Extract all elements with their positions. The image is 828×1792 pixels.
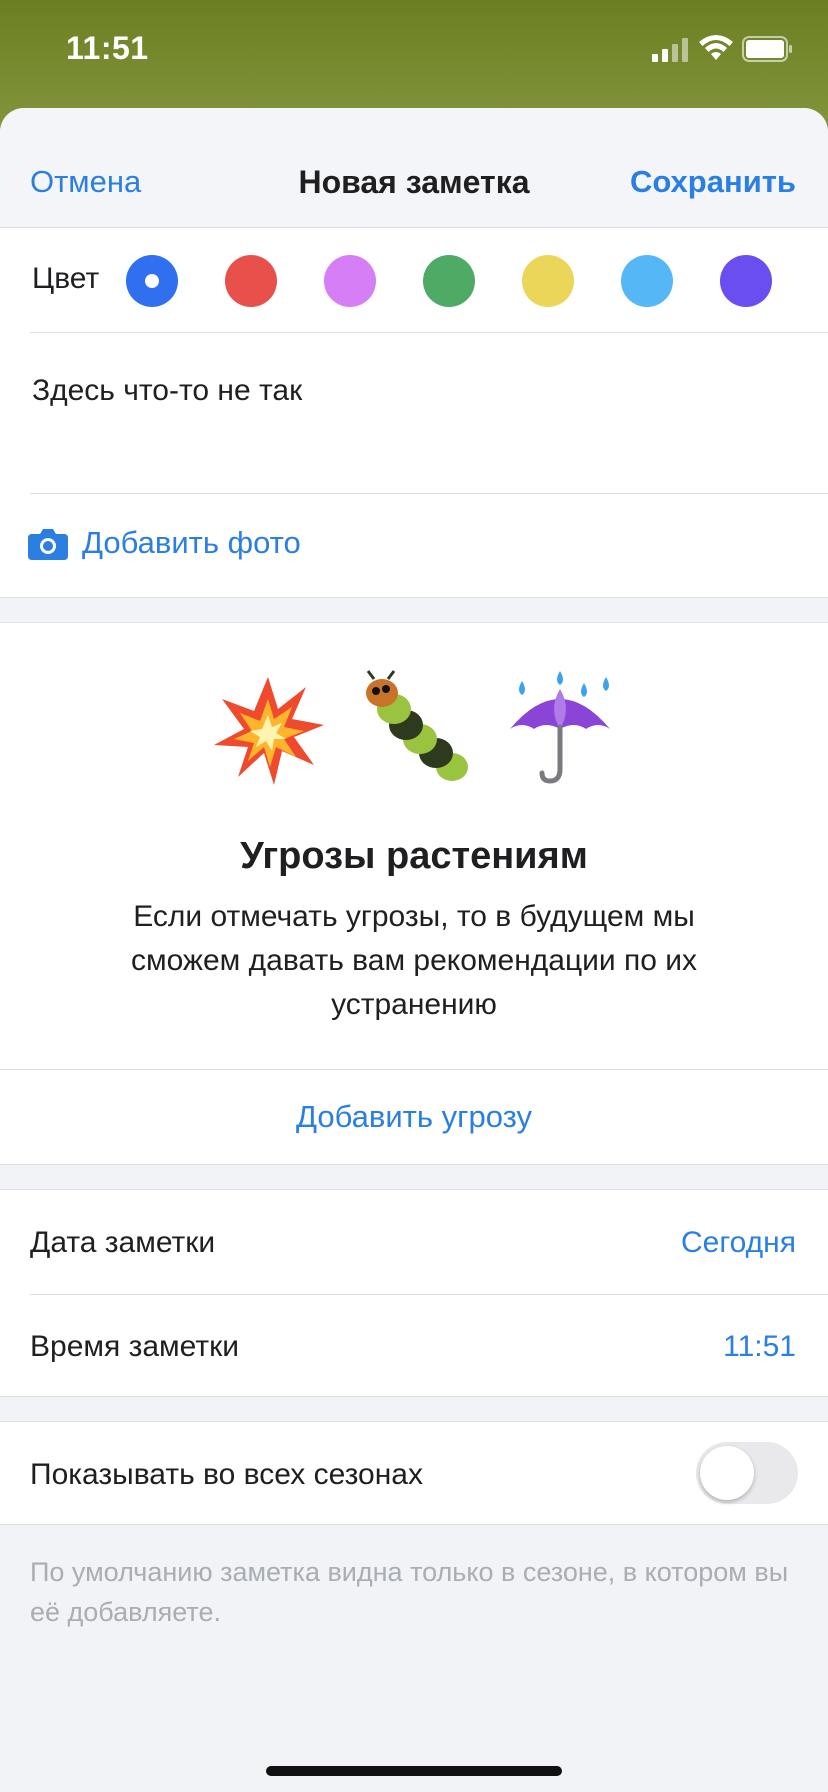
show-all-seasons-toggle[interactable] bbox=[696, 1442, 798, 1504]
add-photo-button[interactable]: Добавить фото bbox=[28, 518, 301, 568]
battery-icon bbox=[742, 36, 792, 62]
color-swatch-purple[interactable] bbox=[720, 255, 772, 307]
status-bar: 11:51 bbox=[0, 0, 828, 100]
toggle-knob bbox=[700, 1446, 754, 1500]
color-swatch-light-blue[interactable] bbox=[621, 255, 673, 307]
cellular-signal-icon bbox=[652, 38, 688, 62]
umbrella-rain-icon bbox=[510, 671, 610, 784]
note-date-label: Дата заметки bbox=[30, 1226, 216, 1259]
plant-threats-card: Угрозы растениям Если отмечать угрозы, т… bbox=[0, 622, 828, 1165]
home-indicator[interactable] bbox=[266, 1766, 562, 1776]
navigation-bar: Отмена Новая заметка Сохранить bbox=[0, 108, 828, 228]
color-label: Цвет bbox=[32, 262, 100, 295]
threats-title: Угрозы растениям bbox=[240, 835, 588, 877]
threats-description: Если отмечать угрозы, то в будущем мы см… bbox=[130, 900, 698, 1021]
show-all-seasons-row: Показывать во всех сезонах bbox=[0, 1422, 828, 1526]
note-time-label: Время заметки bbox=[30, 1330, 239, 1363]
threat-illustrations bbox=[0, 669, 828, 789]
divider bbox=[30, 493, 828, 494]
new-note-sheet: Отмена Новая заметка Сохранить Цвет Здес… bbox=[0, 108, 828, 1792]
note-time-row[interactable]: Время заметки 11:51 bbox=[0, 1294, 828, 1398]
caterpillar-icon bbox=[366, 670, 468, 781]
add-threat-button[interactable]: Добавить угрозу bbox=[0, 1069, 828, 1165]
seasons-footnote: По умолчанию заметка видна только в сезо… bbox=[30, 1557, 789, 1627]
note-details-card: Дата заметки Сегодня Время заметки 11:51 bbox=[0, 1189, 828, 1397]
color-swatch-red[interactable] bbox=[225, 255, 277, 307]
explosion-icon bbox=[214, 677, 324, 785]
save-button[interactable]: Сохранить bbox=[630, 164, 796, 200]
camera-icon bbox=[28, 529, 68, 560]
color-swatch-yellow[interactable] bbox=[522, 255, 574, 307]
note-text-field[interactable]: Здесь что-то не так bbox=[32, 374, 302, 408]
show-all-seasons-label: Показывать во всех сезонах bbox=[30, 1458, 423, 1491]
note-time-value[interactable]: 11:51 bbox=[723, 1330, 796, 1364]
note-date-row[interactable]: Дата заметки Сегодня bbox=[0, 1190, 828, 1294]
divider bbox=[30, 332, 828, 333]
seasons-card: Показывать во всех сезонах bbox=[0, 1421, 828, 1525]
note-card: Цвет Здесь что-то не так Добавить фото bbox=[0, 228, 828, 598]
add-photo-label: Добавить фото bbox=[82, 525, 301, 560]
status-time: 11:51 bbox=[66, 30, 149, 66]
color-swatch-green[interactable] bbox=[423, 255, 475, 307]
color-picker: Цвет bbox=[0, 228, 828, 332]
note-date-value[interactable]: Сегодня bbox=[681, 1226, 796, 1260]
color-swatch-pink[interactable] bbox=[324, 255, 376, 307]
wifi-icon bbox=[699, 35, 733, 60]
color-swatch-blue[interactable] bbox=[126, 255, 178, 307]
